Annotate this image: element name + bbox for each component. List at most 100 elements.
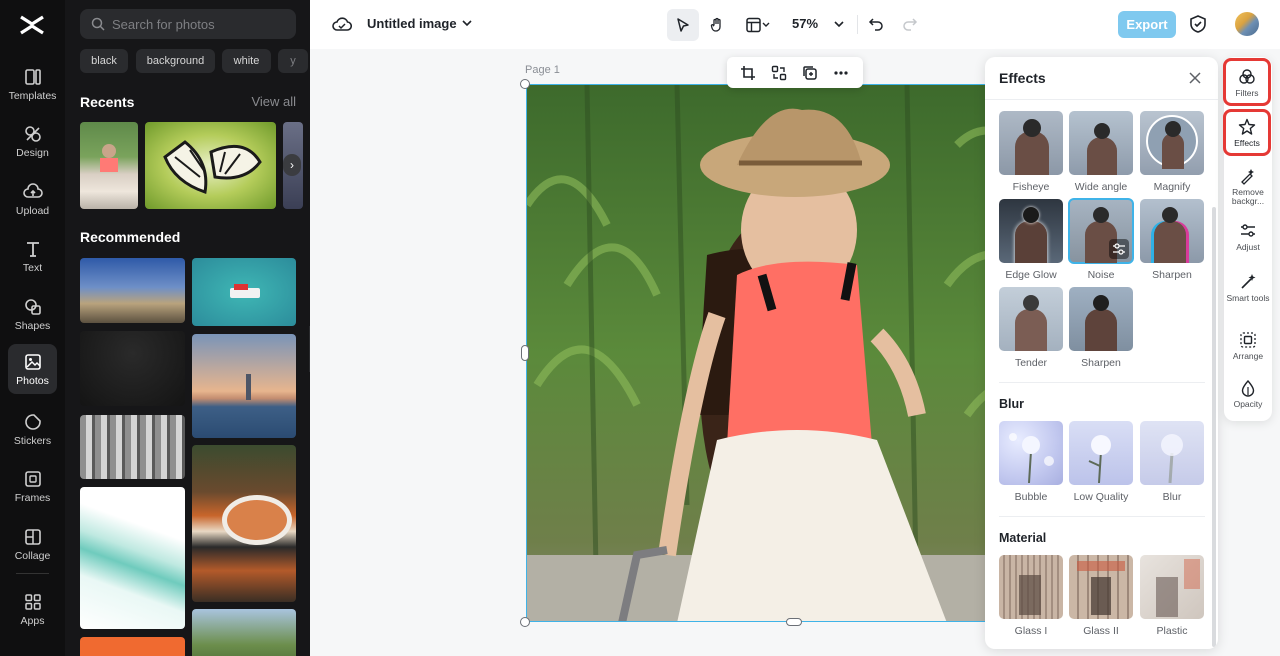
smart-tools-button[interactable]: Smart tools	[1224, 273, 1272, 303]
effect-sharpen-thumb	[1140, 199, 1204, 263]
effect-low-quality[interactable]: Low Quality	[1069, 421, 1133, 503]
effect-glass-2[interactable]: Glass II	[1069, 555, 1133, 637]
chip-background[interactable]: background	[136, 49, 215, 73]
nav-templates[interactable]: Templates	[8, 59, 57, 109]
hand-tool-button[interactable]	[701, 9, 733, 41]
avatar[interactable]	[1235, 12, 1259, 36]
effect-blur[interactable]: Blur	[1140, 421, 1204, 503]
chevron-down-icon[interactable]	[460, 16, 474, 30]
redo-icon[interactable]	[902, 16, 918, 32]
effect-tender-label: Tender	[1014, 357, 1048, 369]
view-all-link[interactable]: View all	[251, 94, 296, 109]
nav-collage[interactable]: Collage	[8, 519, 57, 569]
opacity-button[interactable]: Opacity	[1224, 379, 1272, 409]
adjust-effect-button[interactable]	[1109, 239, 1129, 259]
nav-apps[interactable]: Apps	[8, 584, 57, 634]
document-title[interactable]: Untitled image	[367, 16, 457, 31]
effect-wide-angle-label: Wide angle	[1074, 181, 1128, 193]
flower-graphic	[1161, 434, 1183, 484]
nav-design[interactable]: Design	[8, 116, 57, 166]
man-figure	[1162, 133, 1184, 169]
recent-photo-woman[interactable]	[80, 122, 138, 209]
effect-glass-1[interactable]: Glass I	[999, 555, 1063, 637]
effects-button[interactable]: Effects	[1223, 109, 1271, 156]
export-button[interactable]: Export	[1118, 11, 1176, 38]
select-tool-button[interactable]	[667, 9, 699, 41]
effect-edge-glow[interactable]: Edge Glow	[999, 199, 1063, 281]
effect-noise[interactable]: Noise	[1068, 198, 1134, 281]
man-figure	[1154, 221, 1186, 263]
man-head	[1093, 207, 1109, 223]
recommended-photo-ramen[interactable]	[192, 445, 296, 602]
effect-sharpen-2-thumb	[1069, 287, 1133, 351]
recommended-photo-landscape[interactable]	[192, 609, 296, 656]
recommended-photo-skyline[interactable]	[192, 334, 296, 438]
nav-shapes[interactable]: Shapes	[8, 289, 57, 339]
effect-sharpen[interactable]: Sharpen	[1140, 199, 1204, 281]
undo-icon[interactable]	[868, 16, 884, 32]
resize-handle-bottom-left[interactable]	[520, 617, 530, 627]
recommended-photo-teal-wave[interactable]	[80, 487, 185, 629]
zoom-chevron-icon[interactable]	[832, 17, 846, 31]
opacity-drop-icon	[1241, 379, 1255, 397]
adjust-sliders-icon	[1241, 224, 1255, 237]
text-icon	[26, 242, 39, 257]
effect-fisheye-thumb	[999, 111, 1063, 175]
adjust-button[interactable]: Adjust	[1224, 222, 1272, 252]
photos-panel: black background white y Recents View al…	[65, 0, 310, 656]
resize-handle-left[interactable]	[521, 345, 529, 361]
more-options-icon[interactable]	[833, 65, 849, 81]
recommended-photo-boat[interactable]	[192, 258, 296, 326]
nav-text-label: Text	[22, 262, 43, 274]
layout-dropdown-button[interactable]	[738, 9, 778, 41]
effect-magnify[interactable]: Magnify	[1140, 111, 1204, 193]
man-head	[1165, 121, 1181, 137]
recents-next-button[interactable]: ›	[283, 154, 301, 176]
effect-fisheye[interactable]: Fisheye	[999, 111, 1063, 193]
nav-stickers[interactable]: Stickers	[8, 404, 57, 454]
man-figure	[1015, 309, 1047, 351]
effects-scrollbar[interactable]	[1212, 207, 1216, 647]
chip-partial[interactable]: y	[278, 49, 308, 73]
chip-black[interactable]: black	[80, 49, 128, 73]
replace-icon[interactable]	[771, 65, 787, 81]
effect-tender[interactable]: Tender	[999, 287, 1063, 369]
shield-icon[interactable]	[1188, 14, 1208, 34]
filters-icon	[1239, 69, 1255, 84]
effect-plastic[interactable]: Plastic	[1140, 555, 1204, 637]
recommended-photo-orange[interactable]	[80, 637, 185, 656]
photo-search[interactable]	[80, 9, 296, 39]
resize-handle-bottom[interactable]	[786, 618, 802, 626]
remove-background-button[interactable]: Remove backgr...	[1224, 167, 1272, 206]
search-input[interactable]	[112, 9, 292, 39]
nav-stickers-label: Stickers	[13, 435, 52, 447]
resize-handle-top-left[interactable]	[520, 79, 530, 89]
effect-sharpen-2[interactable]: Sharpen	[1069, 287, 1133, 369]
filters-button[interactable]: Filters	[1223, 58, 1271, 106]
crop-icon[interactable]	[740, 65, 756, 81]
nav-text[interactable]: Text	[8, 231, 57, 281]
arrange-button[interactable]: Arrange	[1224, 331, 1272, 361]
nav-photos[interactable]: Photos	[8, 344, 57, 394]
vase-figure	[1019, 575, 1041, 615]
nav-frames[interactable]: Frames	[8, 461, 57, 511]
close-icon[interactable]	[1188, 71, 1202, 85]
man-figure	[1085, 309, 1117, 351]
effect-sharpen-label: Sharpen	[1152, 269, 1192, 281]
recommended-photo-dark-texture[interactable]	[80, 331, 185, 406]
recommended-photo-city-sky[interactable]	[80, 258, 185, 323]
chip-white[interactable]: white	[222, 49, 271, 73]
recent-photo-butterfly[interactable]	[145, 122, 276, 209]
cloud-icon[interactable]	[332, 14, 352, 34]
search-icon	[91, 17, 105, 31]
effect-wide-angle[interactable]: Wide angle	[1069, 111, 1133, 193]
man-figure	[1087, 137, 1117, 175]
page-label: Page 1	[525, 64, 560, 76]
recommended-photo-bottles[interactable]	[80, 415, 185, 479]
floating-context-toolbar	[727, 57, 863, 88]
effect-low-quality-label: Low Quality	[1073, 491, 1129, 503]
duplicate-icon[interactable]	[802, 65, 818, 81]
nav-upload[interactable]: Upload	[8, 174, 57, 224]
effect-bubble[interactable]: Bubble	[999, 421, 1063, 503]
zoom-level[interactable]: 57%	[792, 16, 818, 31]
